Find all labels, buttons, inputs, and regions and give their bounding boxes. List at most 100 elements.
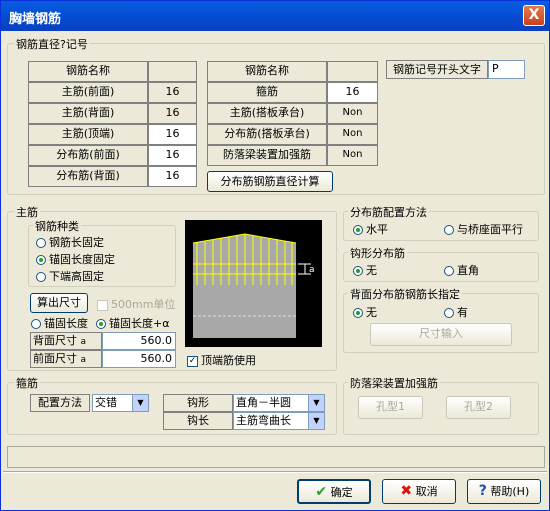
radio-label: 直角 bbox=[457, 264, 479, 277]
left-row-name: 主筋(背面) bbox=[28, 103, 148, 124]
close-icon[interactable]: X bbox=[523, 5, 545, 26]
right-row-name: 分布筋(搭板承台) bbox=[207, 124, 327, 145]
dialog-window: 胸墙钢筋 X 钢筋直径?记号 钢筋名称 主筋(前面) 16 主筋(背面) 16 … bbox=[0, 0, 550, 511]
cancel-button[interactable]: ✖ 取消 bbox=[382, 479, 456, 504]
radio-label: 有 bbox=[457, 306, 468, 319]
unit-check-box bbox=[97, 299, 108, 311]
right-table-header: 钢筋名称 bbox=[207, 61, 327, 82]
stirrup-label: 箍筋 bbox=[14, 375, 40, 391]
left-row-name: 分布筋(前面) bbox=[28, 145, 148, 166]
calc-distribution-diameter-button[interactable]: 分布筋钢筋直径计算 bbox=[207, 171, 333, 192]
radio-back-none[interactable]: 无 bbox=[353, 304, 377, 320]
radio-label: 与桥座面平行 bbox=[457, 223, 523, 236]
back-size-label: 背面尺寸 a bbox=[30, 332, 102, 350]
hook-length-select[interactable]: 主筋弯曲长 ▼ bbox=[233, 412, 325, 430]
radio-type-fixed-anchor[interactable]: 锚固长度固定 bbox=[36, 251, 115, 267]
back-length-label: 背面分布筋钢筋长指定 bbox=[348, 286, 462, 302]
radio-label: 水平 bbox=[366, 223, 388, 236]
hook-length-label: 钩长 bbox=[163, 412, 233, 430]
footer-divider bbox=[3, 471, 547, 473]
hole-type-1-button[interactable]: 孔型1 bbox=[358, 396, 423, 419]
top-rebar-label: 顶端筋使用 bbox=[201, 354, 256, 367]
hook-dist-label: 钩形分布筋 bbox=[348, 245, 407, 261]
top-rebar-checkbox[interactable]: ✓ 顶端筋使用 bbox=[187, 352, 256, 368]
ok-button[interactable]: ✔ 确定 bbox=[297, 479, 371, 504]
front-size-input[interactable]: 560.0 bbox=[102, 350, 176, 368]
help-button[interactable]: ? 帮助(H) bbox=[467, 479, 541, 504]
radio-hook-none[interactable]: 无 bbox=[353, 262, 377, 278]
radio-dist-parallel[interactable]: 与桥座面平行 bbox=[444, 221, 523, 237]
radio-dist-horizontal[interactable]: 水平 bbox=[353, 221, 388, 237]
left-row-value[interactable]: 16 bbox=[148, 124, 197, 145]
right-row-name: 防落梁装置加强筋 bbox=[207, 145, 327, 166]
left-row-value[interactable]: 16 bbox=[148, 103, 197, 124]
radio-label: 锚固长度固定 bbox=[49, 253, 115, 266]
dist-method-label: 分布筋配置方法 bbox=[348, 204, 429, 220]
prefix-label: 钢筋记号开头文字 bbox=[386, 60, 488, 79]
anti-fall-label: 防落梁装置加强筋 bbox=[348, 375, 440, 391]
hook-label: 钩形 bbox=[163, 394, 233, 412]
diagram-alpha-label: a bbox=[309, 265, 315, 275]
chevron-down-icon: ▼ bbox=[308, 413, 324, 429]
radio-label: 锚固长度 bbox=[44, 317, 88, 330]
help-icon: ? bbox=[478, 483, 487, 499]
check-icon: ✔ bbox=[315, 484, 328, 500]
calc-size-button[interactable]: 算出尺寸 bbox=[30, 293, 88, 313]
radio-label: 钢筋长固定 bbox=[49, 236, 104, 249]
rebar-type-label: 钢筋种类 bbox=[33, 218, 81, 234]
title-bar: 胸墙钢筋 X bbox=[1, 1, 549, 31]
front-size-text: 前面尺寸 bbox=[33, 352, 77, 365]
ok-label: 确定 bbox=[330, 486, 353, 499]
right-table-header-blank bbox=[327, 61, 378, 82]
back-size-alpha: a bbox=[80, 337, 87, 347]
unit-checkbox[interactable]: 500mm单位 bbox=[97, 296, 175, 312]
radio-hook-right-angle[interactable]: 直角 bbox=[444, 262, 479, 278]
radio-label: 锚固长度+α bbox=[109, 317, 170, 330]
radio-anchor-length[interactable]: 锚固长度 bbox=[31, 315, 93, 331]
window-title: 胸墙钢筋 bbox=[9, 12, 62, 27]
hook-length-value: 主筋弯曲长 bbox=[236, 414, 291, 427]
unit-checkbox-label: 500mm单位 bbox=[111, 298, 176, 311]
radio-label: 无 bbox=[366, 306, 377, 319]
radio-label: 下端高固定 bbox=[49, 270, 104, 283]
method-label: 配置方法 bbox=[30, 394, 90, 412]
method-select[interactable]: 交错 ▼ bbox=[92, 394, 149, 412]
right-row-value[interactable]: 16 bbox=[327, 82, 378, 103]
radio-type-fixed-bottom[interactable]: 下端高固定 bbox=[36, 268, 104, 284]
left-table-header-blank bbox=[148, 61, 197, 82]
left-row-value[interactable]: 16 bbox=[148, 145, 197, 166]
hook-value: 直角－半圆 bbox=[236, 396, 291, 409]
left-row-value[interactable]: 16 bbox=[148, 82, 197, 103]
hole-type-2-button[interactable]: 孔型2 bbox=[446, 396, 511, 419]
top-rebar-check-box: ✓ bbox=[187, 355, 198, 367]
right-row-name: 主筋(搭板承台) bbox=[207, 103, 327, 124]
rebar-diagram: a bbox=[185, 220, 322, 347]
radio-anchor-length-alpha[interactable]: 锚固长度+α bbox=[96, 315, 178, 331]
radio-back-yes[interactable]: 有 bbox=[444, 304, 468, 320]
right-row-name: 箍筋 bbox=[207, 82, 327, 103]
method-value: 交错 bbox=[95, 396, 117, 409]
left-row-value[interactable]: 16 bbox=[148, 166, 197, 187]
right-row-value[interactable]: Non bbox=[327, 145, 378, 166]
right-row-value[interactable]: Non bbox=[327, 124, 378, 145]
back-size-input[interactable]: 560.0 bbox=[102, 332, 176, 350]
left-row-name: 分布筋(背面) bbox=[28, 166, 148, 187]
left-row-name: 主筋(前面) bbox=[28, 82, 148, 103]
chevron-down-icon: ▼ bbox=[132, 395, 148, 411]
left-table-header: 钢筋名称 bbox=[28, 61, 148, 82]
front-size-label: 前面尺寸 a bbox=[30, 350, 102, 368]
radio-label: 无 bbox=[366, 264, 377, 277]
chevron-down-icon: ▼ bbox=[308, 395, 324, 411]
status-bar bbox=[7, 446, 545, 468]
x-icon: ✖ bbox=[400, 483, 413, 499]
hook-select[interactable]: 直角－半圆 ▼ bbox=[233, 394, 325, 412]
right-row-value[interactable]: Non bbox=[327, 103, 378, 124]
back-size-text: 背面尺寸 bbox=[33, 334, 77, 347]
radio-type-fixed-length[interactable]: 钢筋长固定 bbox=[36, 234, 104, 250]
left-row-name: 主筋(顶端) bbox=[28, 124, 148, 145]
size-input-button[interactable]: 尺寸输入 bbox=[370, 323, 512, 346]
prefix-input[interactable]: P bbox=[488, 60, 525, 79]
diameter-group-label: 钢筋直径?记号 bbox=[14, 36, 90, 52]
help-label: 帮助(H) bbox=[490, 485, 530, 498]
front-size-alpha: a bbox=[80, 355, 87, 365]
